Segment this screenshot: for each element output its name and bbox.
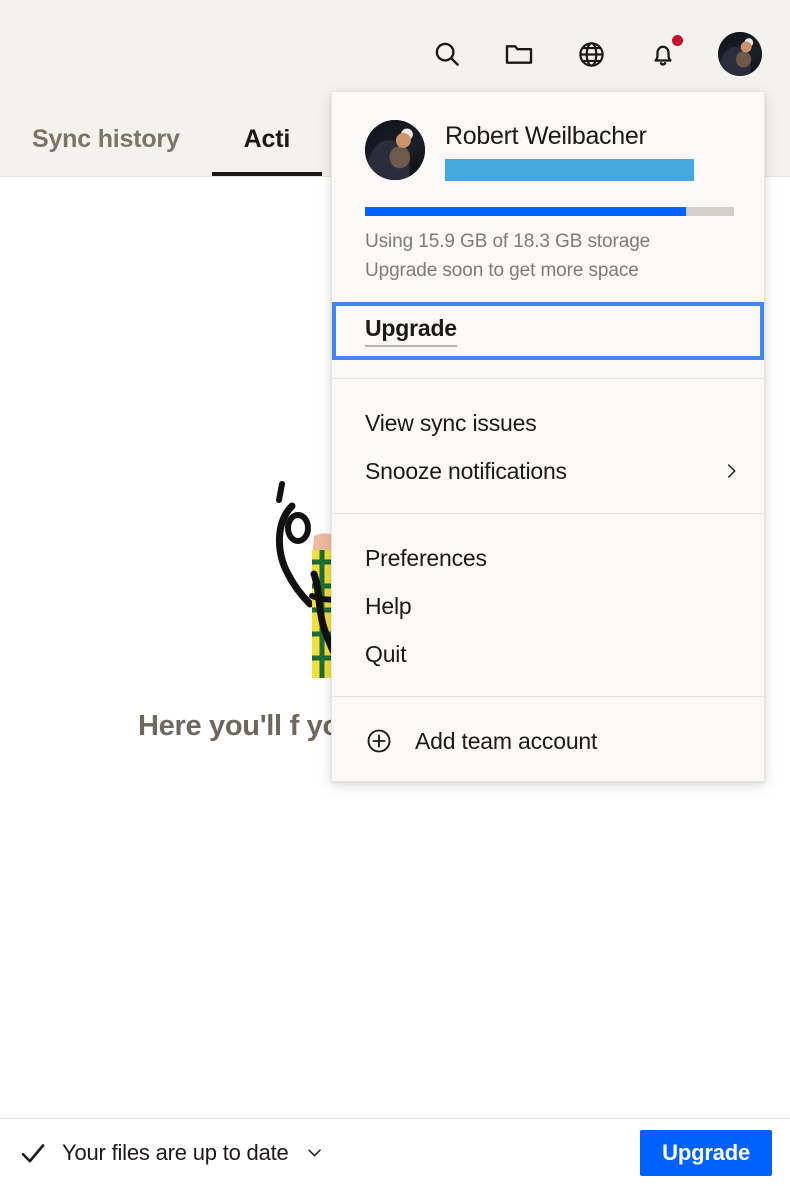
- avatar[interactable]: [718, 32, 762, 76]
- menu-section-app: Preferences Help Quit: [332, 514, 764, 696]
- menu-item-help[interactable]: Help: [332, 582, 764, 630]
- account-name: Robert Weilbacher: [445, 122, 647, 150]
- header-toolbar: [430, 32, 762, 76]
- status-bar: Your files are up to date Upgrade: [0, 1118, 790, 1186]
- menu-section-sync: View sync issues Snooze notifications: [332, 379, 764, 513]
- menu-item-preferences-label: Preferences: [365, 544, 487, 571]
- menu-section-team: Add team account: [332, 697, 764, 781]
- storage-progress-bar: [365, 207, 734, 216]
- account-identity: Robert Weilbacher g: [445, 120, 731, 185]
- menu-item-add-team-account-label: Add team account: [415, 727, 598, 754]
- menu-item-add-team-account[interactable]: Add team account: [332, 717, 764, 765]
- tab-sync-history[interactable]: Sync history: [0, 125, 212, 176]
- plus-circle-icon: [365, 727, 393, 755]
- avatar-image: [718, 32, 762, 76]
- search-icon[interactable]: [430, 37, 464, 71]
- sync-status[interactable]: Your files are up to date: [18, 1138, 324, 1168]
- menu-item-quit[interactable]: Quit: [332, 630, 764, 678]
- menu-item-upgrade-label: Upgrade: [365, 315, 457, 347]
- tab-bar: Sync history Acti: [0, 96, 323, 176]
- globe-icon[interactable]: [574, 37, 608, 71]
- storage-progress-fill: [365, 207, 687, 216]
- notification-badge: [672, 35, 683, 46]
- check-icon: [18, 1138, 48, 1168]
- folder-icon[interactable]: [502, 37, 536, 71]
- account-dropdown-menu: Robert Weilbacher g Using 15.9 GB of 18.…: [331, 91, 765, 782]
- menu-item-view-sync-issues-label: View sync issues: [365, 409, 537, 436]
- bell-icon[interactable]: [646, 35, 683, 71]
- menu-item-quit-label: Quit: [365, 640, 407, 667]
- menu-item-upgrade[interactable]: Upgrade: [332, 302, 764, 360]
- account-header: Robert Weilbacher g: [332, 92, 764, 185]
- sync-status-text: Your files are up to date: [62, 1139, 289, 1165]
- email-redaction-bar: [445, 159, 694, 181]
- menu-item-snooze-notifications-label: Snooze notifications: [365, 457, 567, 484]
- storage-prompt-text: Upgrade soon to get more space: [365, 260, 639, 281]
- upgrade-row-wrap: Upgrade: [332, 282, 764, 360]
- menu-item-preferences[interactable]: Preferences: [332, 534, 764, 582]
- upgrade-button[interactable]: Upgrade: [640, 1129, 772, 1176]
- menu-item-view-sync-issues[interactable]: View sync issues: [332, 399, 764, 447]
- chevron-down-icon[interactable]: [305, 1143, 324, 1162]
- account-email-wrap: g: [445, 159, 731, 185]
- account-avatar: [365, 120, 425, 180]
- dropbox-desktop-window: Sync history Acti Here you'll f Robert W…: [0, 0, 790, 1186]
- menu-item-help-label: Help: [365, 592, 412, 619]
- storage-section: Using 15.9 GB of 18.3 GB storage Upgrade…: [332, 185, 764, 282]
- menu-item-snooze-notifications[interactable]: Snooze notifications: [332, 447, 764, 495]
- chevron-right-icon: [722, 462, 740, 480]
- account-avatar-image: [365, 120, 425, 180]
- storage-usage-text: Using 15.9 GB of 18.3 GB storage: [365, 231, 651, 252]
- tab-activity[interactable]: Acti: [211, 125, 323, 176]
